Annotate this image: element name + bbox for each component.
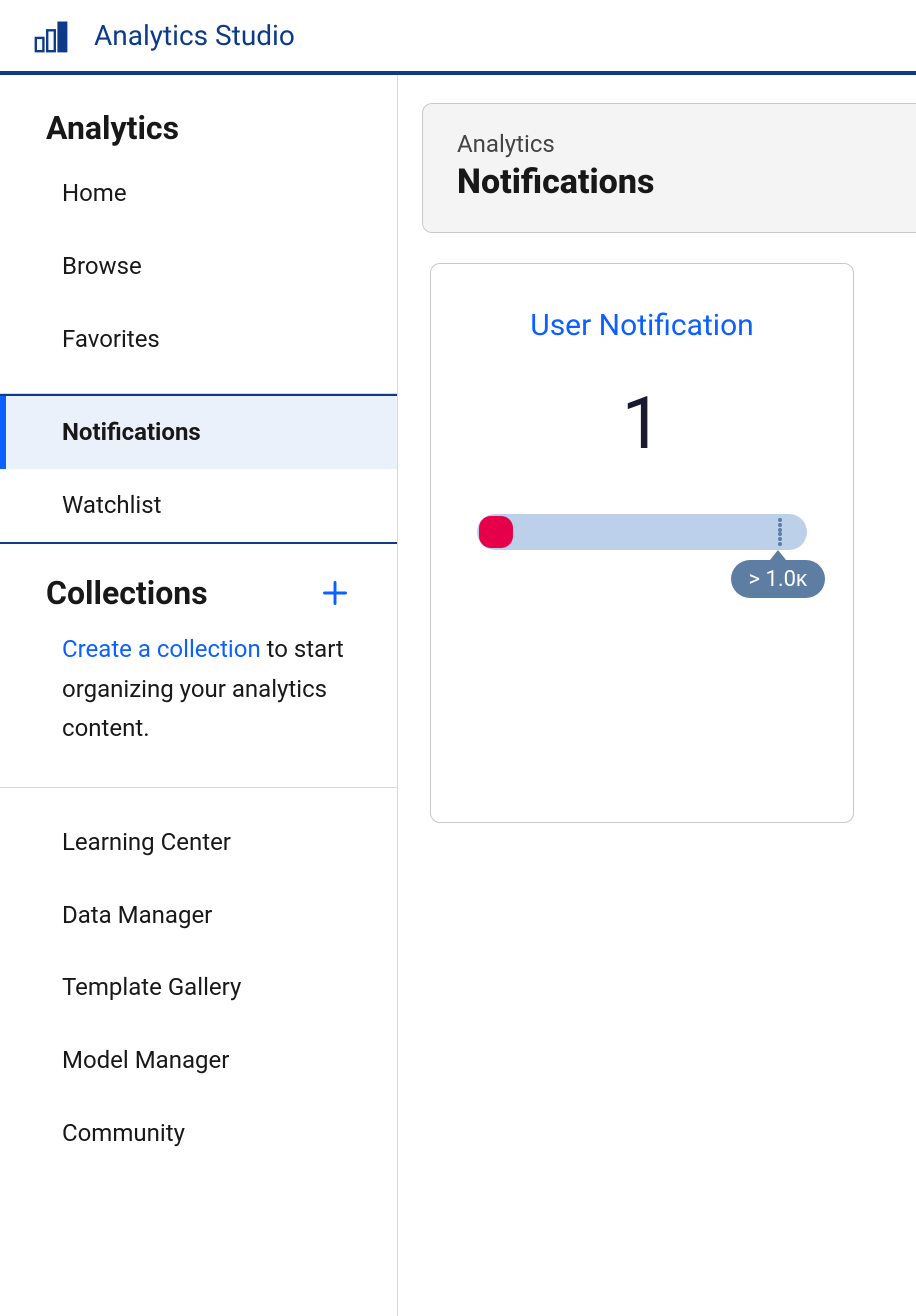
sidebar-section-notifications: Notifications Watchlist [0, 394, 397, 544]
page-header-eyebrow: Analytics [457, 130, 882, 158]
sidebar-section-analytics: Analytics Home Browse Favorites [0, 75, 397, 394]
sidebar-item-model-manager[interactable]: Model Manager [0, 1024, 397, 1097]
sidebar-section-collections: Collections Create a collection to start… [0, 544, 397, 788]
sidebar: Analytics Home Browse Favorites Notifica… [0, 75, 398, 1316]
gauge-ticks-icon [775, 518, 785, 546]
page-header: Analytics Notifications [422, 103, 916, 233]
sidebar-item-learning-center[interactable]: Learning Center [0, 806, 397, 879]
sidebar-item-data-manager[interactable]: Data Manager [0, 879, 397, 952]
plus-icon [321, 579, 349, 607]
collections-description: Create a collection to start organizing … [0, 618, 397, 769]
page-title: Notifications [457, 162, 882, 202]
analytics-logo-icon [32, 17, 70, 55]
sidebar-item-favorites[interactable]: Favorites [0, 303, 397, 376]
gauge-knob [479, 516, 513, 548]
gauge-pointer-icon [770, 550, 786, 560]
app-header: Analytics Studio [0, 0, 916, 75]
sidebar-item-template-gallery[interactable]: Template Gallery [0, 951, 397, 1024]
sidebar-heading-analytics: Analytics [0, 75, 397, 157]
sidebar-item-browse[interactable]: Browse [0, 230, 397, 303]
main-content: Analytics Notifications User Notificatio… [398, 75, 916, 1316]
sidebar-item-notifications[interactable]: Notifications [0, 396, 397, 469]
add-collection-button[interactable] [319, 577, 351, 609]
gauge-threshold-label: > 1.0ᴋ [731, 560, 826, 598]
sidebar-heading-collections: Collections [46, 574, 208, 612]
create-collection-link[interactable]: Create a collection [62, 635, 261, 663]
notification-card[interactable]: User Notification 1 > 1.0ᴋ [430, 263, 854, 823]
gauge-track [477, 514, 807, 550]
notification-card-value: 1 [622, 381, 662, 466]
sidebar-item-watchlist[interactable]: Watchlist [0, 469, 397, 542]
notification-card-title: User Notification [530, 308, 754, 343]
notification-gauge: > 1.0ᴋ [477, 514, 807, 598]
sidebar-section-tools: Learning Center Data Manager Template Ga… [0, 788, 397, 1188]
sidebar-item-home[interactable]: Home [0, 157, 397, 230]
sidebar-item-community[interactable]: Community [0, 1097, 397, 1170]
app-title: Analytics Studio [94, 19, 295, 52]
